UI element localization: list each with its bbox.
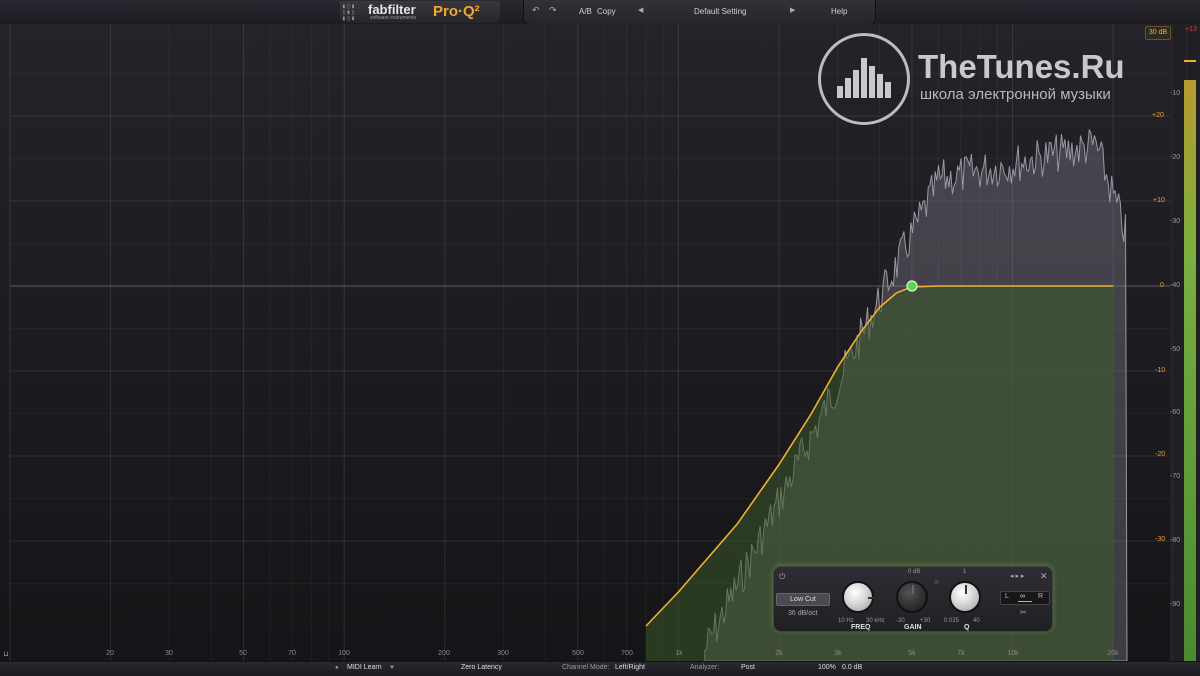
analyzer-label: -80 (1170, 537, 1181, 544)
analyzer-label: -70 (1170, 473, 1181, 480)
band-control-panel: ⏻ Low Cut 36 dB/oct 10 Hz 30 kHz FREQ 0 … (773, 566, 1053, 632)
gain-top: 0 dB (908, 569, 921, 575)
bypass-icon[interactable]: ⊔ (4, 650, 8, 658)
freq-label: 20 (106, 650, 114, 657)
band-node[interactable] (906, 280, 918, 292)
channel-mode-value[interactable]: Left/Right (615, 664, 645, 671)
scissors-icon[interactable]: ✂ (1020, 608, 1027, 617)
freq-label: 2k (775, 650, 783, 657)
filter-slope[interactable]: 36 dB/oct (788, 610, 818, 617)
freq-label: 100 (338, 650, 350, 657)
q-min: 0.025 (944, 618, 960, 624)
freq-label: 1k (675, 650, 683, 657)
freq-knob[interactable] (842, 581, 874, 613)
gain-label: +20 (1152, 112, 1164, 119)
freq-label: 3k (834, 650, 842, 657)
analyzer-label: -10 (1170, 90, 1181, 97)
freq-label: 7k (957, 650, 965, 657)
output-gain[interactable]: 0.0 dB (842, 664, 862, 671)
output-level-peak (1184, 60, 1196, 62)
clip-indicator: +13 (1185, 26, 1197, 33)
analyzer-value[interactable]: Post (741, 664, 755, 671)
gain-knob[interactable] (896, 581, 928, 613)
freq-label: 5k (908, 650, 916, 657)
output-level-meter (1184, 80, 1196, 661)
stereo-placement[interactable]: L ∞ R (1000, 591, 1050, 605)
stereo-link-indicator (1018, 601, 1032, 602)
gain-label: GAIN (904, 624, 922, 631)
gain-label: +10 (1153, 197, 1165, 204)
analyzer-label: -20 (1170, 154, 1181, 161)
midi-learn-button[interactable]: MIDI Learn (347, 664, 382, 671)
display-range-button[interactable]: 30 dB (1145, 26, 1171, 40)
analyzer-label: -30 (1170, 218, 1181, 225)
latency-mode[interactable]: Zero Latency (461, 664, 502, 671)
freq-label: 700 (621, 650, 633, 657)
q-top: 1 (963, 569, 967, 575)
freq-label: 200 (438, 650, 450, 657)
gain-max: +30 (920, 618, 931, 624)
filter-shape-button[interactable]: Low Cut (776, 593, 830, 606)
band-nav-icon[interactable]: ◂ ▸ ▸ (1010, 572, 1024, 580)
freq-label: 10k (1007, 650, 1019, 657)
q-max: 40 (973, 618, 980, 624)
q-label: Q (964, 624, 970, 631)
gain-label: 0 (1160, 282, 1164, 289)
band-power-icon[interactable]: ⏻ (779, 572, 785, 582)
footer-bar: ● MIDI Learn ▼ Zero Latency Channel Mode… (0, 661, 1200, 676)
gain-label: -30 (1155, 536, 1166, 543)
channel-mode-label: Channel Mode: (562, 664, 610, 671)
analyzer-label: Analyzer: (690, 664, 720, 671)
gain-label: -10 (1155, 367, 1166, 374)
freq-label: 30 (165, 650, 173, 657)
analyzer-label: -50 (1170, 346, 1181, 353)
midi-dropdown-icon[interactable]: ▼ (389, 665, 395, 671)
freq-label: 300 (497, 650, 509, 657)
freq-label: 20k (1107, 650, 1119, 657)
analyzer-label: -90 (1170, 601, 1181, 608)
gain-label: -20 (1155, 451, 1166, 458)
freq-label: 50 (239, 650, 247, 657)
freq-label: 500 (572, 650, 584, 657)
q-knob[interactable] (949, 581, 981, 613)
left-channel-button[interactable]: L (1005, 593, 1009, 600)
right-channel-button[interactable]: R (1038, 593, 1043, 600)
stereo-link-icon[interactable]: ∞ (1020, 593, 1025, 600)
watermark-subtitle: школа электронной музыки (920, 86, 1111, 103)
dynamic-icon[interactable]: ⊘ (934, 579, 939, 586)
watermark-logo-icon (818, 33, 910, 125)
watermark-title: TheTunes.Ru (918, 48, 1125, 85)
analyzer-label: -60 (1170, 409, 1181, 416)
midi-indicator-icon: ● (335, 665, 339, 671)
freq-label: FREQ (851, 624, 871, 631)
zoom-level[interactable]: 100% (818, 664, 836, 671)
close-icon[interactable]: ✕ (1040, 571, 1048, 582)
analyzer-label: -40 (1170, 282, 1181, 289)
freq-label: 70 (288, 650, 296, 657)
